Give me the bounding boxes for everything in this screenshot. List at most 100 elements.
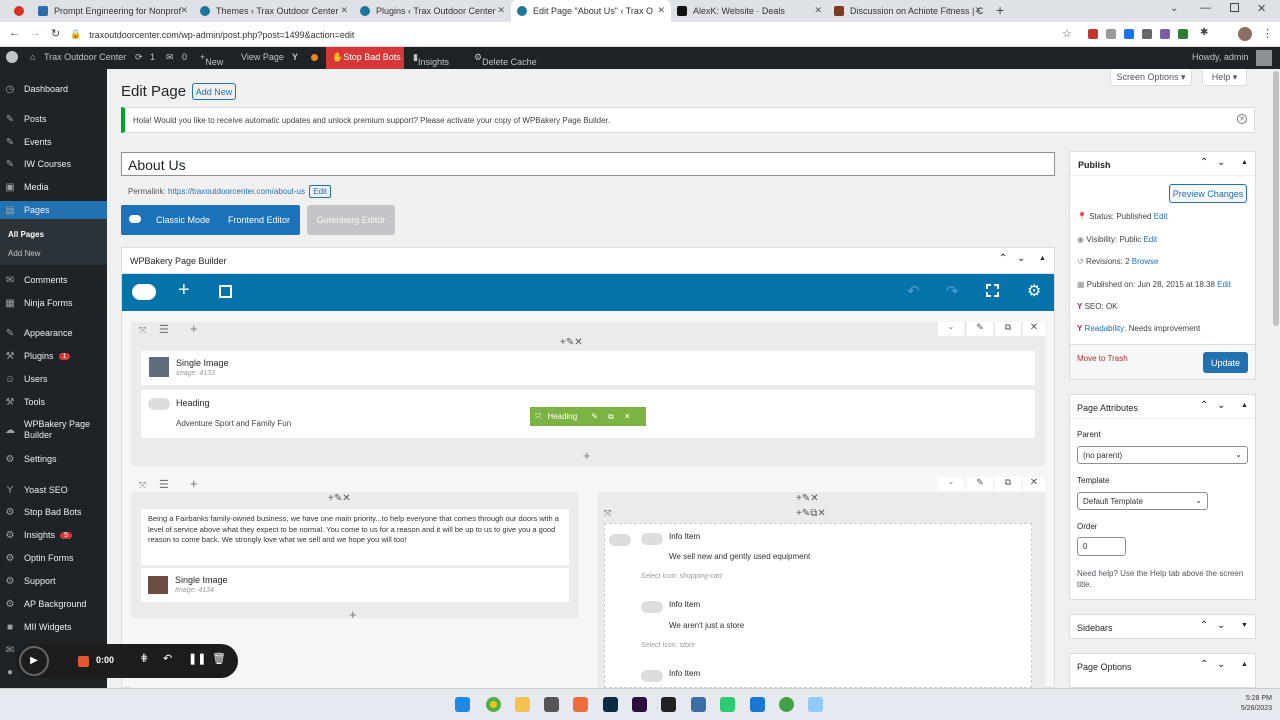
undo-icon[interactable]: ↶ <box>907 282 920 300</box>
sidebar-item-appearance[interactable]: ✎ Appearance <box>0 324 107 342</box>
help-button[interactable]: Help ▾ <box>1202 69 1247 86</box>
sidebar-item-insights[interactable]: ⚙ Insights 5 <box>0 526 107 544</box>
browser-tab[interactable]: Plugins ‹ Trax Outdoor Center ✕ <box>354 0 511 22</box>
scrollbar[interactable] <box>1272 69 1280 688</box>
reload-icon[interactable]: ↻ <box>51 27 60 40</box>
move-icon[interactable]: ⤧ <box>535 412 541 422</box>
row-edit-icon[interactable]: ✎ <box>967 477 993 491</box>
heading-hover-toolbar[interactable]: ⤧ Heading ✎ ⧉ ✕ <box>530 407 646 426</box>
start-icon[interactable] <box>455 697 470 712</box>
sidebar-item-iw-courses[interactable]: ✎ IW Courses <box>0 155 107 173</box>
sidebar-item-dashboard[interactable]: ◷ Dashboard <box>0 80 107 98</box>
row-drag-icon[interactable]: ⤧ <box>139 325 146 336</box>
info-item-title[interactable]: Info Item <box>669 532 700 541</box>
pause-icon[interactable]: ❚❚ <box>188 652 206 665</box>
permalink-edit-button[interactable]: Edit <box>309 185 332 198</box>
delete-icon[interactable]: ✕ <box>624 412 631 421</box>
move-down-icon[interactable]: ⌄ <box>1217 620 1225 631</box>
updates-icon[interactable]: ⟳ <box>135 52 143 63</box>
fullscreen-icon[interactable] <box>986 284 999 297</box>
sidebar-item-tools[interactable]: ⚒ Tools <box>0 393 107 411</box>
app-icon[interactable] <box>691 697 706 712</box>
row-layout-icon[interactable]: ☰ <box>159 478 169 491</box>
row-drag-icon[interactable]: ⤧ <box>139 480 146 491</box>
site-name-link[interactable]: Trax Outdoor Center <box>44 52 126 62</box>
scrollbar-thumb[interactable] <box>1273 71 1279 326</box>
close-tab-icon[interactable]: ✕ <box>657 5 665 16</box>
close-tab-icon[interactable]: ✕ <box>180 5 188 16</box>
sidebar-item-optin-forms[interactable]: ⚙ Optin Forms <box>0 549 107 567</box>
sidebar-item-plugins[interactable]: ⚒ Plugins 1 <box>0 347 107 365</box>
browser-tab[interactable]: AlexK: Website · Deals ✕ <box>671 0 828 22</box>
back-icon[interactable]: ← <box>9 27 20 39</box>
single-image-element[interactable]: Single Image Image: 4134 <box>141 568 569 602</box>
template-select[interactable]: Default Template ⌄ <box>1077 492 1208 510</box>
mail-icon[interactable] <box>750 697 765 712</box>
row-collapse-icon[interactable]: ⌄ <box>938 322 964 336</box>
extension-icons[interactable] <box>1088 29 1198 40</box>
frontend-editor-button[interactable]: Frontend Editor <box>222 205 296 235</box>
sidebars-box[interactable]: Sidebars ⌃ ⌄ ▼ <box>1069 614 1256 639</box>
star-icon[interactable]: ☆ <box>1062 27 1072 40</box>
sidebar-item-yoast-seo[interactable]: Y Yoast SEO <box>0 481 107 499</box>
move-up-icon[interactable]: ⌃ <box>1200 620 1208 631</box>
app-icon[interactable] <box>544 697 559 712</box>
move-down-icon[interactable]: ⌄ <box>1217 659 1225 670</box>
move-up-icon[interactable]: ⌃ <box>1200 157 1208 168</box>
row-edit-icon[interactable]: ✎ <box>967 322 993 336</box>
submenu-all-pages[interactable]: All Pages <box>8 230 44 239</box>
sidebar-item-ap-background[interactable]: ⚙ AP Background <box>0 595 107 613</box>
preview-changes-button[interactable]: Preview Changes <box>1169 184 1247 203</box>
yoast-icon[interactable]: Y <box>292 52 298 62</box>
toggle-box-icon[interactable]: ▲ <box>1241 159 1248 166</box>
app-icon[interactable] <box>661 697 676 712</box>
column-controls-icon[interactable]: +✎✕ <box>796 493 819 504</box>
grid-icon[interactable]: ⋕ <box>140 653 148 664</box>
sidebar-item-ninja-forms[interactable]: ▦ Ninja Forms <box>0 294 107 312</box>
title-input[interactable]: About Us <box>121 152 1055 176</box>
info-item-title[interactable]: Info Item <box>669 600 700 609</box>
sidebar-item-mii-widgets[interactable]: ■ MII Widgets <box>0 618 107 636</box>
sidebar-item-comments[interactable]: ✉ Comments <box>0 271 107 289</box>
browser-tab[interactable]: Themes ‹ Trax Outdoor Center ✕ <box>194 0 354 22</box>
templates-icon[interactable] <box>219 285 232 298</box>
sidebar-item-users[interactable]: ☺ Users <box>0 370 107 388</box>
row-collapse-icon[interactable]: ⌄ <box>938 477 964 491</box>
move-up-icon[interactable]: ⌃ <box>1200 400 1208 411</box>
classic-mode-button[interactable]: Classic Mode <box>151 205 215 235</box>
row-layout-icon[interactable]: ☰ <box>159 323 169 336</box>
gutenberg-editor-button[interactable]: Gutenberg Editor <box>307 205 395 235</box>
file-explorer-icon[interactable] <box>515 697 530 712</box>
trash-icon[interactable]: 🗑 <box>212 652 226 665</box>
row-clone-icon[interactable]: ⧉ <box>995 477 1021 491</box>
sidebar-item-stop-bad-bots[interactable]: ⚙ Stop Bad Bots <box>0 503 107 521</box>
move-down-icon[interactable]: ⌄ <box>1217 157 1225 168</box>
toggle-panel-icon[interactable]: ▲ <box>1039 255 1046 262</box>
move-to-trash-link[interactable]: Move to Trash <box>1077 354 1128 363</box>
puzzle-icon[interactable]: ✱ <box>1200 27 1208 38</box>
row-delete-icon[interactable]: ✕ <box>1023 477 1045 491</box>
sidebar-item-pages[interactable]: ▤ Pages <box>0 201 107 219</box>
status-edit-link[interactable]: Edit <box>1154 212 1168 221</box>
wpbakery-logo-icon[interactable] <box>132 284 156 300</box>
browser-menu-icon[interactable]: ⋮ <box>1262 27 1273 40</box>
move-down-icon[interactable]: ⌄ <box>1217 400 1225 411</box>
heading-element[interactable]: Heading Adventure Sport and Family Fun ⤧… <box>141 390 1035 438</box>
single-image-element[interactable]: Single Image Image: 4133 <box>141 351 1035 385</box>
inner-row-controls-icon[interactable]: +✎⧉✕ <box>796 508 826 519</box>
maximize-icon[interactable] <box>1230 3 1239 12</box>
minimize-icon[interactable]: — <box>1200 2 1211 14</box>
sublime-icon[interactable] <box>573 697 588 712</box>
add-element-to-column-icon[interactable]: + <box>583 448 591 463</box>
new-tab-button[interactable]: + <box>996 2 1004 18</box>
toggle-box-icon[interactable]: ▼ <box>1241 622 1248 629</box>
column-controls-icon[interactable]: +✎✕ <box>560 337 583 348</box>
view-page-link[interactable]: View Page <box>241 52 284 62</box>
add-new-button[interactable]: Add New <box>192 83 236 100</box>
inner-row-drag-icon[interactable]: ⤧ <box>604 508 611 519</box>
parent-select[interactable]: (no parent) ⌄ <box>1077 446 1248 464</box>
record-stop-icon[interactable] <box>78 656 89 667</box>
move-up-icon[interactable]: ⌃ <box>1200 659 1208 670</box>
close-tab-icon[interactable]: ✕ <box>814 5 822 16</box>
dismiss-notice-icon[interactable]: ✕ <box>1237 114 1247 124</box>
